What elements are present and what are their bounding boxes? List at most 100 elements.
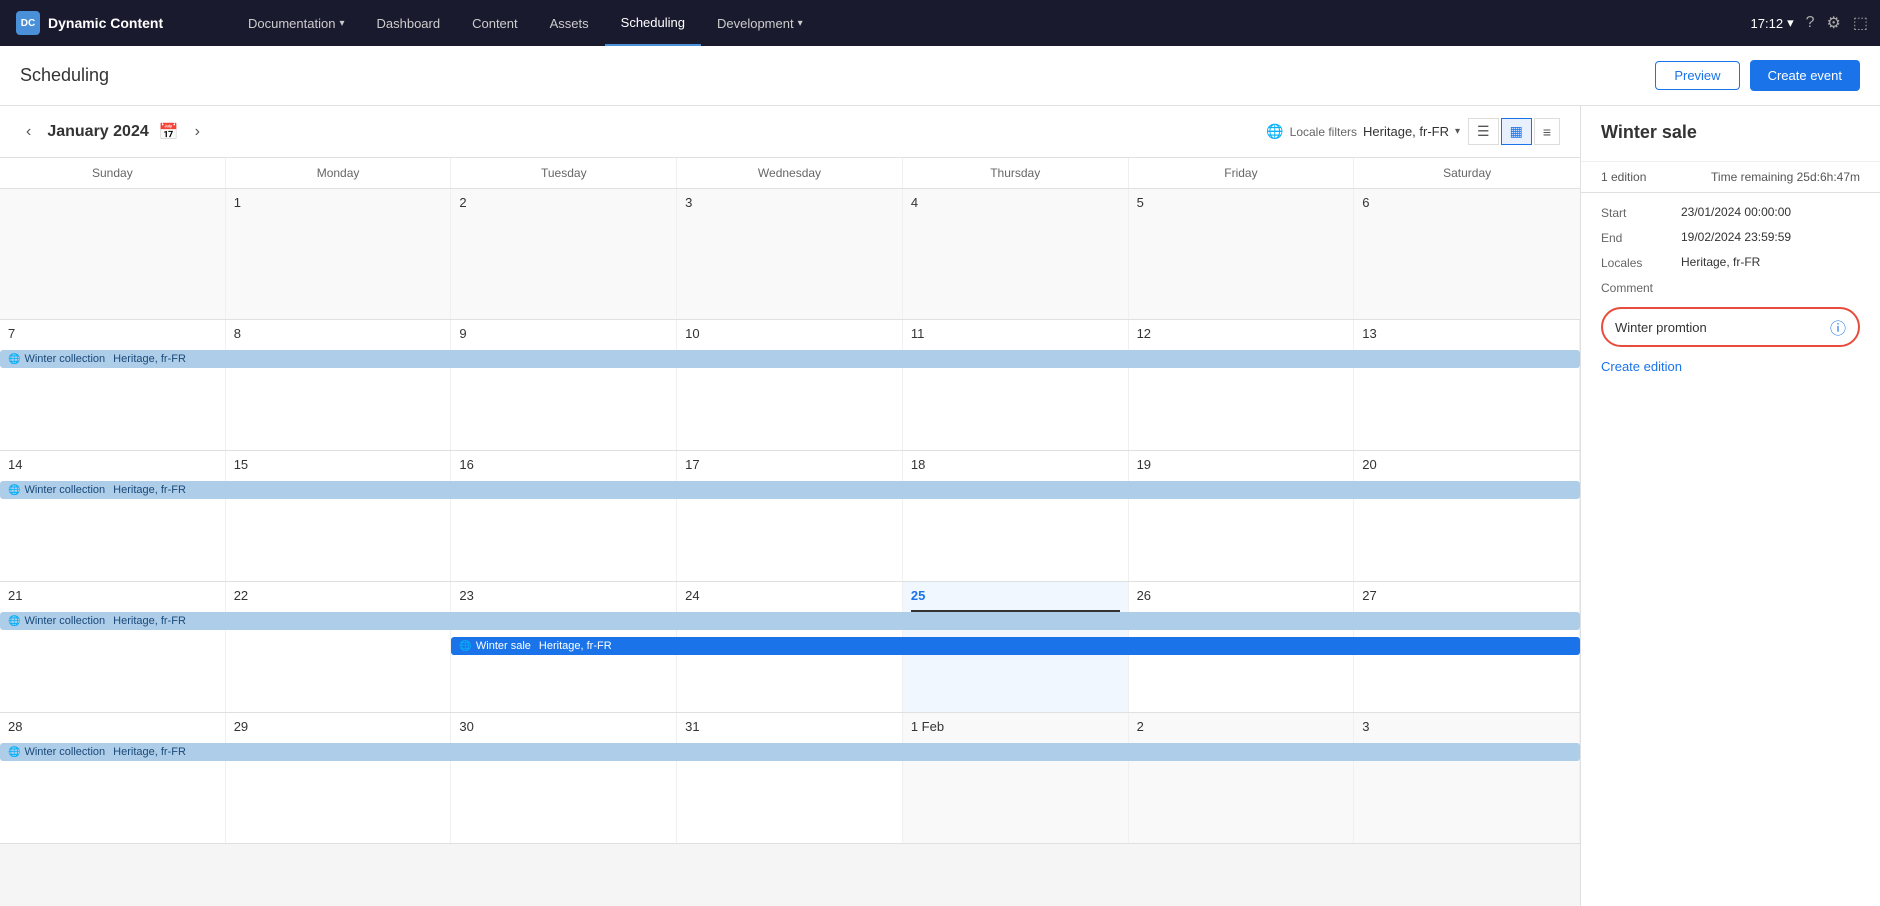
calendar-grid: 1 2 3 4 5 6 7 8 9 10 11 12 13 🌐 Winter c… <box>0 189 1580 906</box>
cal-cell-5[interactable]: 5 <box>1129 189 1355 319</box>
cal-cell-28[interactable]: 28 <box>0 713 226 843</box>
compact-view-button[interactable]: ≡ <box>1534 118 1560 145</box>
edition-info-row: 1 edition Time remaining 25d:6h:47m <box>1581 162 1880 193</box>
settings-icon[interactable]: ⚙ <box>1827 13 1841 33</box>
cal-nav-right: 🌐 Locale filters Heritage, fr-FR ▾ ☰ ▦ ≡ <box>1266 118 1560 145</box>
end-value: 19/02/2024 23:59:59 <box>1681 230 1791 245</box>
cal-cell-7[interactable]: 7 <box>0 320 226 450</box>
info-icon[interactable]: ⓘ <box>1830 315 1846 339</box>
calendar-week-4: 21 22 23 24 25 26 27 🌐 Winter collection… <box>0 582 1580 713</box>
cal-cell-30[interactable]: 30 <box>451 713 677 843</box>
header-actions: Preview Create event <box>1655 60 1860 91</box>
next-month-button[interactable]: › <box>189 121 206 143</box>
preview-button[interactable]: Preview <box>1655 61 1739 90</box>
locales-row: Locales Heritage, fr-FR <box>1601 255 1860 270</box>
create-edition-link[interactable]: Create edition <box>1601 355 1860 378</box>
grid-view-button[interactable]: ▦ <box>1501 118 1532 145</box>
cal-cell-19[interactable]: 19 <box>1129 451 1355 581</box>
nav-scheduling[interactable]: Scheduling <box>605 0 701 46</box>
cal-cell-6[interactable]: 6 <box>1354 189 1580 319</box>
end-row: End 19/02/2024 23:59:59 <box>1601 230 1860 245</box>
list-view-button[interactable]: ☰ <box>1468 118 1499 145</box>
comment-label: Comment <box>1601 280 1681 295</box>
cal-cell-20[interactable]: 20 <box>1354 451 1580 581</box>
winter-promotion-item[interactable]: Winter promtion ⓘ <box>1601 307 1860 347</box>
day-wednesday: Wednesday <box>677 158 903 188</box>
cal-cell-1feb[interactable]: 1 Feb <box>903 713 1129 843</box>
calendar-days-header: Sunday Monday Tuesday Wednesday Thursday… <box>0 158 1580 189</box>
sidebar-header: Winter sale <box>1581 106 1880 162</box>
cal-cell-3feb[interactable]: 3 <box>1354 713 1580 843</box>
calendar-nav: ‹ January 2024 📅 › 🌐 Locale filters Heri… <box>0 106 1580 158</box>
calendar-icon[interactable]: 📅 <box>159 122 179 142</box>
cal-cell-22[interactable]: 22 <box>226 582 452 712</box>
start-label: Start <box>1601 205 1681 220</box>
cal-cell-15[interactable]: 15 <box>226 451 452 581</box>
start-row: Start 23/01/2024 00:00:00 <box>1601 205 1860 220</box>
nav-documentation[interactable]: Documentation ▾ <box>232 0 360 46</box>
time-remaining: Time remaining 25d:6h:47m <box>1711 170 1860 184</box>
day-saturday: Saturday <box>1354 158 1580 188</box>
nav-assets[interactable]: Assets <box>534 0 605 46</box>
locale-filter-value: Heritage, fr-FR <box>1363 124 1449 139</box>
cal-cell-13[interactable]: 13 <box>1354 320 1580 450</box>
globe-icon: 🌐 <box>8 485 20 496</box>
calendar-week-5: 28 29 30 31 1 Feb 2 3 🌐 Winter collectio… <box>0 713 1580 844</box>
chevron-down-icon: ▾ <box>798 18 803 29</box>
cal-cell-12[interactable]: 12 <box>1129 320 1355 450</box>
cal-cell-2[interactable]: 2 <box>451 189 677 319</box>
day-monday: Monday <box>226 158 452 188</box>
cal-cell-11[interactable]: 11 <box>903 320 1129 450</box>
cal-cell-9[interactable]: 9 <box>451 320 677 450</box>
cal-cell-31[interactable]: 31 <box>677 713 903 843</box>
help-icon[interactable]: ? <box>1806 14 1815 32</box>
calendar-month-label: January 2024 <box>47 123 148 141</box>
main-layout: ‹ January 2024 📅 › 🌐 Locale filters Heri… <box>0 106 1880 906</box>
globe-icon: 🌐 <box>8 747 20 758</box>
cal-cell-1[interactable]: 1 <box>226 189 452 319</box>
day-sunday: Sunday <box>0 158 226 188</box>
nav-development[interactable]: Development ▾ <box>701 0 819 46</box>
winter-sale-event-week4[interactable]: 🌐 Winter sale Heritage, fr-FR <box>451 637 1580 655</box>
cal-cell-21[interactable]: 21 <box>0 582 226 712</box>
calendar-area: ‹ January 2024 📅 › 🌐 Locale filters Heri… <box>0 106 1580 906</box>
calendar-week-1: 1 2 3 4 5 6 <box>0 189 1580 320</box>
cal-cell-17[interactable]: 17 <box>677 451 903 581</box>
clock-display: 17:12 ▾ <box>1751 15 1794 31</box>
event-detail-sidebar: Winter sale 1 edition Time remaining 25d… <box>1580 106 1880 906</box>
cal-cell-2feb[interactable]: 2 <box>1129 713 1355 843</box>
cal-cell-3[interactable]: 3 <box>677 189 903 319</box>
chevron-down-icon: ▾ <box>1787 15 1794 31</box>
event-title: Winter sale <box>1601 122 1860 143</box>
sidebar-body: Start 23/01/2024 00:00:00 End 19/02/2024… <box>1581 193 1880 390</box>
app-logo[interactable]: DC Dynamic Content <box>12 11 232 35</box>
cal-cell-10[interactable]: 10 <box>677 320 903 450</box>
cal-cell-16[interactable]: 16 <box>451 451 677 581</box>
view-toggle: ☰ ▦ ≡ <box>1468 118 1560 145</box>
cal-cell-empty[interactable] <box>0 189 226 319</box>
winter-collection-event-week3[interactable]: 🌐 Winter collection Heritage, fr-FR <box>0 481 1580 499</box>
winter-collection-event-week5[interactable]: 🌐 Winter collection Heritage, fr-FR <box>0 743 1580 761</box>
winter-collection-event-week4[interactable]: 🌐 Winter collection Heritage, fr-FR <box>0 612 1580 630</box>
winter-collection-event-week2[interactable]: 🌐 Winter collection Heritage, fr-FR <box>0 350 1580 368</box>
edition-count: 1 edition <box>1601 170 1646 184</box>
cal-cell-18[interactable]: 18 <box>903 451 1129 581</box>
cal-cell-14[interactable]: 14 <box>0 451 226 581</box>
nav-dashboard[interactable]: Dashboard <box>360 0 456 46</box>
prev-month-button[interactable]: ‹ <box>20 121 37 143</box>
locales-label: Locales <box>1601 255 1681 270</box>
cal-cell-29[interactable]: 29 <box>226 713 452 843</box>
locale-filter[interactable]: 🌐 Locale filters Heritage, fr-FR ▾ <box>1266 123 1460 140</box>
promotion-name: Winter promtion <box>1615 320 1707 335</box>
nav-content[interactable]: Content <box>456 0 534 46</box>
calendar-week-2: 7 8 9 10 11 12 13 🌐 Winter collection He… <box>0 320 1580 451</box>
locale-filter-label: Locale filters <box>1290 125 1357 139</box>
chevron-down-icon: ▾ <box>339 18 344 29</box>
day-thursday: Thursday <box>903 158 1129 188</box>
create-event-button[interactable]: Create event <box>1750 60 1860 91</box>
cal-cell-4[interactable]: 4 <box>903 189 1129 319</box>
cal-cell-8[interactable]: 8 <box>226 320 452 450</box>
globe-icon: 🌐 <box>459 641 471 652</box>
calendar-week-3: 14 15 16 17 18 19 20 🌐 Winter collection… <box>0 451 1580 582</box>
logout-icon[interactable]: ⬚ <box>1853 13 1868 33</box>
